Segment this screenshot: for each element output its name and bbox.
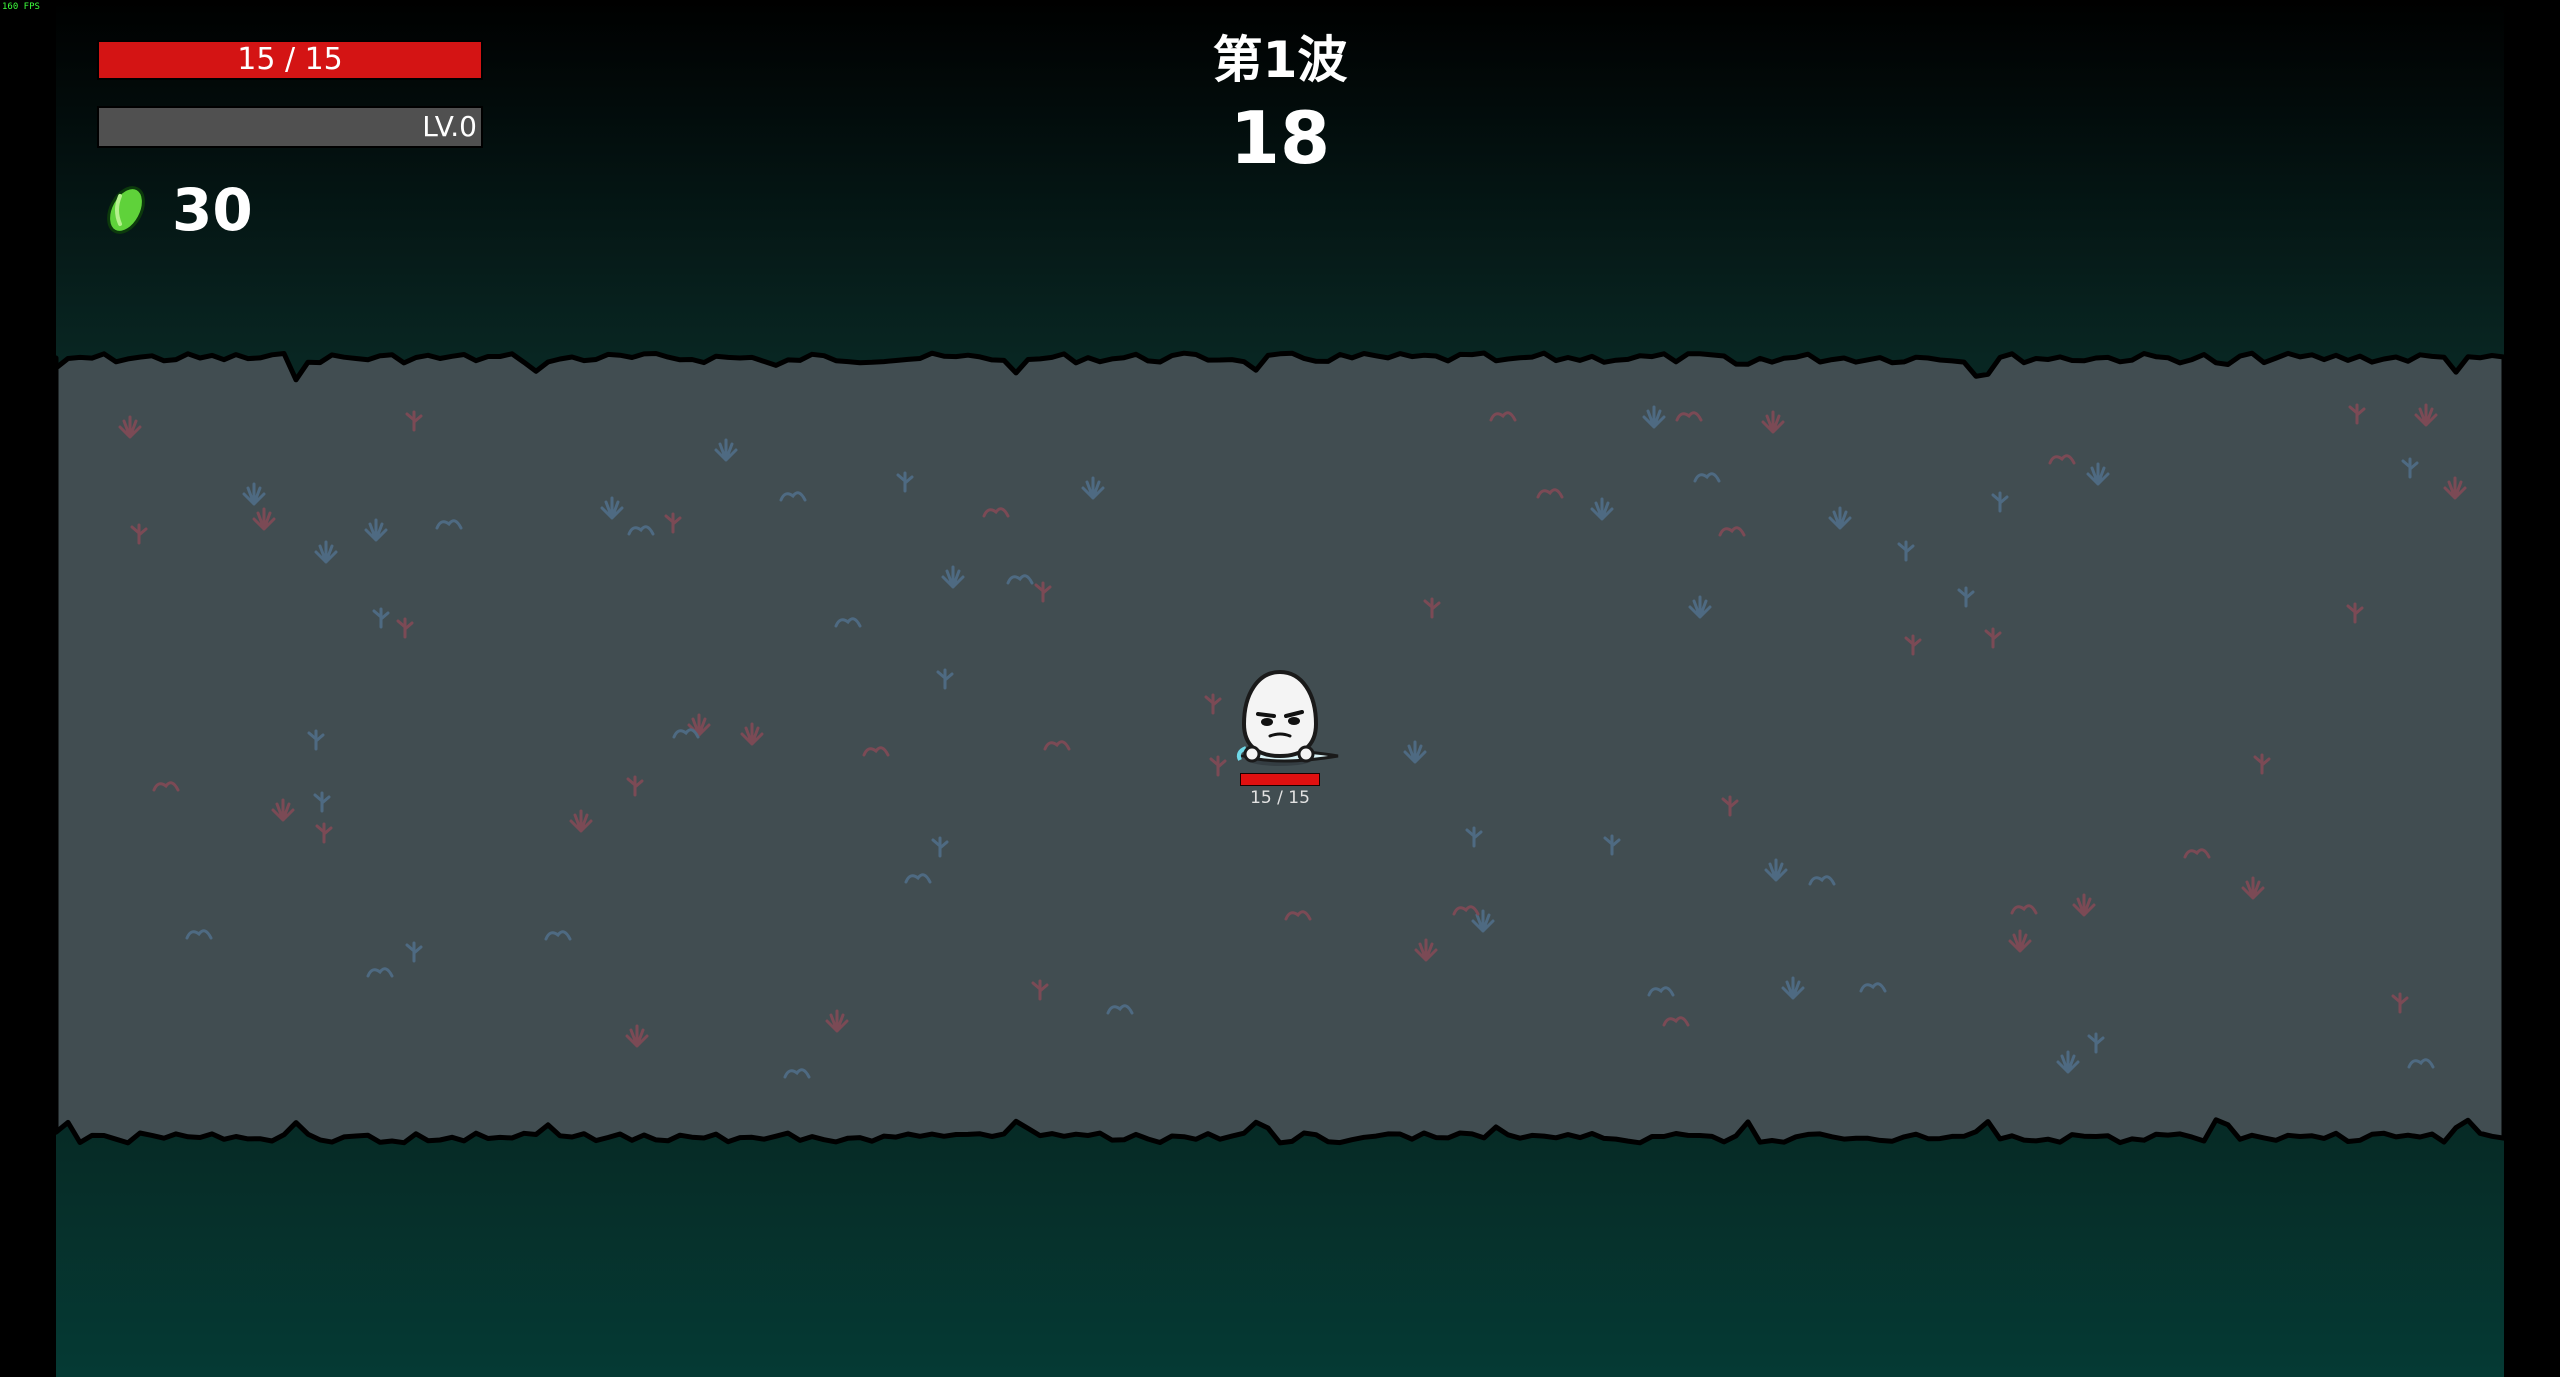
player-left-hand bbox=[1243, 745, 1261, 763]
wave-title: 第1波 bbox=[1212, 31, 1348, 89]
fps-counter: 160 FPS bbox=[2, 2, 40, 12]
player-body bbox=[1241, 669, 1319, 759]
green-material-icon bbox=[107, 186, 145, 234]
materials-counter: 30 bbox=[100, 176, 253, 244]
player-left-brow bbox=[1256, 712, 1276, 718]
player-health-text: 15 / 15 bbox=[1250, 788, 1310, 808]
player-right-eye bbox=[1288, 717, 1300, 725]
player-health-bar bbox=[1240, 773, 1320, 786]
health-bar-text: 15 / 15 bbox=[237, 42, 343, 77]
player-character bbox=[1236, 669, 1339, 766]
wave-timer: 18 bbox=[1229, 96, 1331, 180]
experience-bar: LV.0 bbox=[97, 106, 483, 148]
materials-count: 30 bbox=[172, 176, 253, 244]
health-bar: 15 / 15 bbox=[97, 40, 483, 80]
level-label: LV.0 bbox=[422, 110, 477, 143]
player-health-bar-fill bbox=[1241, 774, 1319, 785]
player-left-eye bbox=[1261, 718, 1273, 726]
player-right-hand bbox=[1297, 745, 1315, 763]
